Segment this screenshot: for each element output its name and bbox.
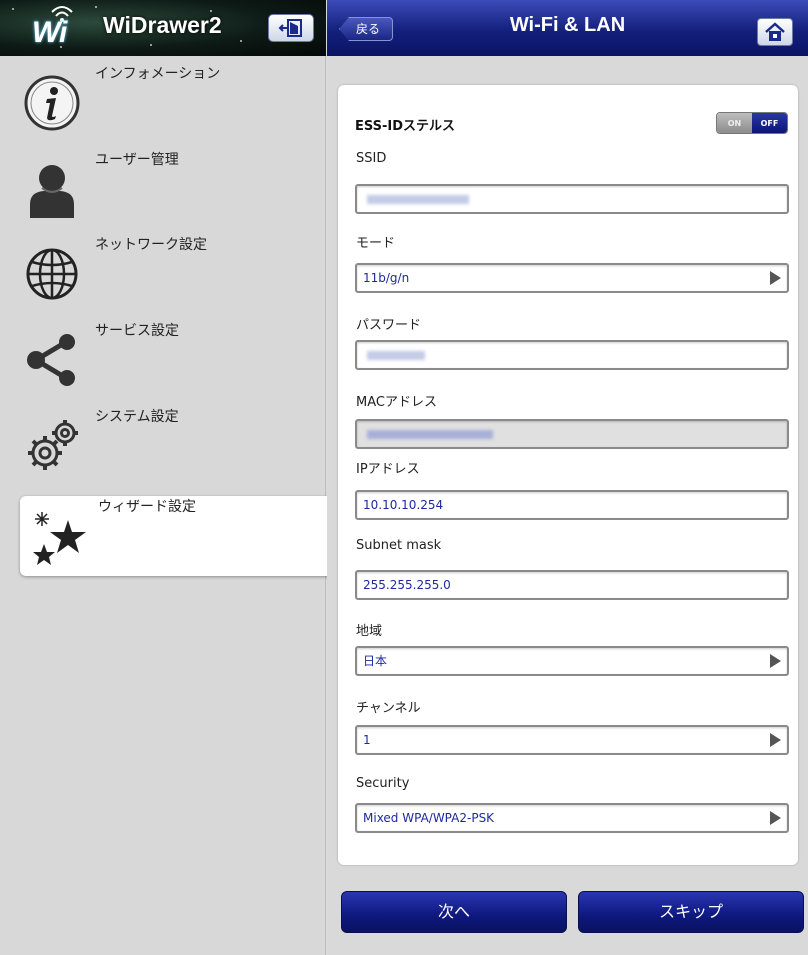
chevron-right-icon	[770, 733, 781, 747]
logout-button[interactable]	[268, 14, 314, 42]
settings-form: ESS-IDステルス ON OFF SSID モード 11b/g/n パスワード…	[338, 85, 798, 865]
sidebar-header: Wi WiDrawer2	[0, 0, 326, 56]
stars-icon	[30, 506, 90, 566]
info-icon	[22, 73, 82, 133]
sidebar-item-information[interactable]: インフォメーション	[0, 63, 326, 143]
region-value: 日本	[363, 654, 388, 668]
ssid-input[interactable]	[355, 184, 789, 214]
sidebar: Wi WiDrawer2 インフォメーション ユーザー管理 ネットワーク設定 サ…	[0, 0, 332, 955]
chevron-right-icon	[770, 811, 781, 825]
subnet-mask-input[interactable]: 255.255.255.0	[355, 570, 789, 600]
toggle-off-label: OFF	[752, 113, 787, 133]
mac-address-field	[355, 419, 789, 449]
skip-button[interactable]: スキップ	[578, 891, 804, 933]
top-bar: 戻る Wi-Fi & LAN	[327, 0, 808, 56]
exit-door-icon	[278, 19, 302, 37]
region-select[interactable]: 日本	[355, 646, 789, 676]
mac-address-label: MACアドレス	[356, 395, 437, 410]
subnet-mask-label: Subnet mask	[356, 538, 442, 553]
chevron-right-icon	[770, 654, 781, 668]
globe-icon	[22, 244, 82, 304]
password-label: パスワード	[356, 318, 422, 333]
channel-value: 1	[363, 733, 371, 747]
mode-select[interactable]: 11b/g/n	[355, 263, 789, 293]
toggle-on-label: ON	[717, 113, 752, 133]
sidebar-item-wizard-settings[interactable]: ウィザード設定	[20, 496, 332, 576]
channel-label: チャンネル	[356, 701, 421, 716]
gears-icon	[22, 416, 82, 476]
chevron-right-icon	[770, 271, 781, 285]
password-input[interactable]	[355, 340, 789, 370]
app-title: WiDrawer2	[103, 12, 222, 38]
channel-select[interactable]: 1	[355, 725, 789, 755]
wifi-logo: Wi	[28, 4, 88, 52]
sidebar-item-label: サービス設定	[95, 323, 179, 339]
logo-text: Wi	[32, 16, 67, 49]
share-icon	[22, 330, 82, 390]
user-icon	[22, 159, 82, 219]
sidebar-item-user-management[interactable]: ユーザー管理	[0, 149, 326, 229]
sidebar-item-label: インフォメーション	[95, 66, 221, 82]
mode-label: モード	[356, 236, 396, 251]
region-label: 地域	[356, 624, 383, 639]
security-select[interactable]: Mixed WPA/WPA2-PSK	[355, 803, 789, 833]
ess-id-stealth-label: ESS-IDステルス	[355, 119, 456, 134]
sidebar-item-system-settings[interactable]: システム設定	[0, 406, 326, 486]
next-button[interactable]: 次へ	[341, 891, 567, 933]
page-title: Wi-Fi & LAN	[509, 14, 626, 36]
mode-value: 11b/g/n	[363, 271, 410, 285]
sidebar-item-network-settings[interactable]: ネットワーク設定	[0, 234, 326, 314]
ess-id-stealth-toggle[interactable]: ON OFF	[716, 112, 788, 134]
home-button[interactable]	[757, 18, 793, 46]
sidebar-item-label: システム設定	[95, 409, 179, 425]
sidebar-item-label: ユーザー管理	[95, 152, 179, 168]
app-root: Wi WiDrawer2 インフォメーション ユーザー管理 ネットワーク設定 サ…	[0, 0, 808, 955]
ip-address-input[interactable]: 10.10.10.254	[355, 490, 789, 520]
home-icon	[765, 22, 785, 41]
security-label: Security	[356, 776, 410, 791]
ssid-label: SSID	[356, 151, 387, 166]
main-content: 戻る Wi-Fi & LAN ESS-IDステルス ON OFF SSID モー…	[327, 0, 808, 955]
sidebar-item-label: ネットワーク設定	[95, 237, 207, 253]
security-value: Mixed WPA/WPA2-PSK	[363, 811, 495, 825]
sidebar-item-service-settings[interactable]: サービス設定	[0, 320, 326, 400]
sidebar-item-label: ウィザード設定	[98, 499, 196, 515]
ip-address-label: IPアドレス	[356, 462, 420, 477]
